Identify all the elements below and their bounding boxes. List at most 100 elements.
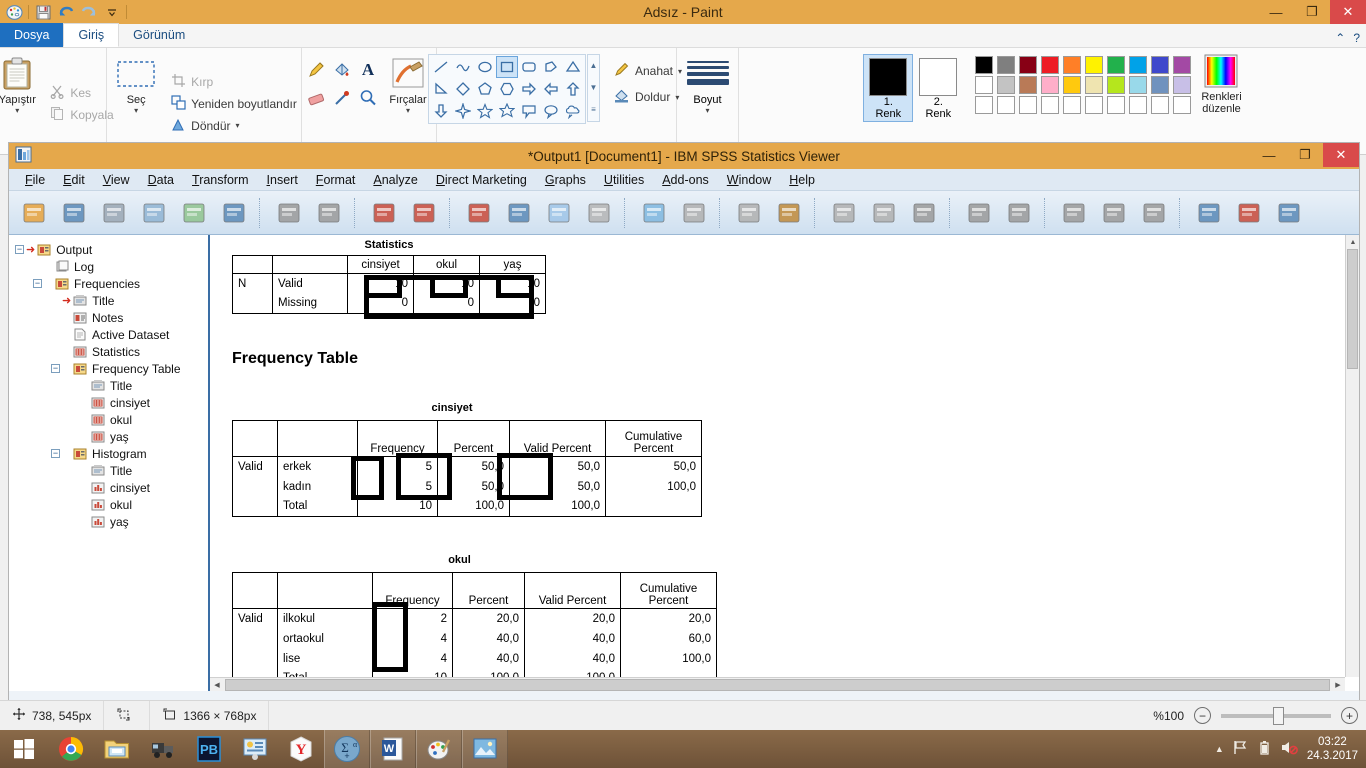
menu-item-data[interactable]: Data <box>140 171 182 189</box>
zoom-out-button[interactable]: − <box>1194 707 1211 724</box>
eraser-icon[interactable] <box>303 84 329 112</box>
zoom-slider-thumb[interactable] <box>1273 707 1284 725</box>
shape-rectangle[interactable] <box>496 56 518 78</box>
shape-curve[interactable] <box>452 56 474 78</box>
palette-swatch[interactable] <box>1063 76 1081 94</box>
outline-node-frequencies[interactable]: −Frequencies <box>15 275 208 292</box>
outline-node-output[interactable]: −➜Output <box>15 241 208 258</box>
shape-gallery-more-icon[interactable]: ≡ <box>588 99 599 121</box>
word-icon[interactable]: W <box>370 730 416 768</box>
menu-item-format[interactable]: Format <box>308 171 364 189</box>
spss-outline-pane[interactable]: −➜OutputLog−Frequencies➜TitleNotesActive… <box>9 235 210 691</box>
shape-six-point-star[interactable] <box>496 100 518 122</box>
palette-swatch[interactable] <box>1041 56 1059 74</box>
text-icon[interactable]: A <box>355 56 381 84</box>
yandex-icon[interactable]: Y <box>278 730 324 768</box>
outline-node-ya-[interactable]: yaş <box>15 513 208 530</box>
palette-swatch[interactable] <box>1063 56 1081 74</box>
open-file-icon[interactable] <box>15 194 53 232</box>
palette-swatch[interactable] <box>997 96 1015 114</box>
palette-row-3[interactable] <box>975 96 1193 116</box>
outline-button[interactable]: Anahat ▾ <box>610 58 685 84</box>
menu-item-graphs[interactable]: Graphs <box>537 171 594 189</box>
chrome-icon[interactable] <box>48 730 94 768</box>
shape-gallery-scrollbar[interactable]: ▲ ▼ ≡ <box>587 54 600 122</box>
menu-item-insert[interactable]: Insert <box>259 171 306 189</box>
goto-variable-icon[interactable] <box>405 194 443 232</box>
collapse-icon[interactable] <box>1055 194 1093 232</box>
outline-expander[interactable]: − <box>15 245 24 254</box>
outline-expander[interactable]: − <box>51 364 60 373</box>
undo-icon[interactable] <box>270 194 308 232</box>
expand-icon[interactable] <box>1000 194 1038 232</box>
save-icon[interactable] <box>55 194 93 232</box>
back-icon[interactable] <box>905 194 943 232</box>
demote-icon[interactable] <box>730 194 768 232</box>
print-preview-icon[interactable] <box>135 194 173 232</box>
select-list-icon[interactable] <box>1190 194 1228 232</box>
chevron-down-icon-brushes[interactable]: ▾ <box>406 106 410 115</box>
palette-swatch[interactable] <box>1151 56 1169 74</box>
insert-data-icon[interactable] <box>460 194 498 232</box>
spss-minimize-button[interactable]: — <box>1251 143 1287 167</box>
shape-callout-oval[interactable] <box>540 100 562 122</box>
redo-icon[interactable] <box>310 194 348 232</box>
palette-swatch[interactable] <box>1151 96 1169 114</box>
export-icon[interactable] <box>175 194 213 232</box>
outline-expander[interactable]: − <box>33 279 42 288</box>
shape-five-point-star[interactable] <box>474 100 496 122</box>
palette-swatch[interactable] <box>1151 76 1169 94</box>
palette-swatch[interactable] <box>1129 96 1147 114</box>
outline-node-title[interactable]: ➜Title <box>15 292 208 309</box>
goto-case-icon[interactable] <box>365 194 403 232</box>
file-explorer-icon[interactable] <box>94 730 140 768</box>
photo-viewer-icon[interactable] <box>462 730 508 768</box>
palette-swatch[interactable] <box>1107 76 1125 94</box>
menu-item-help[interactable]: Help <box>781 171 823 189</box>
color-palette[interactable] <box>975 54 1193 116</box>
shape-polygon[interactable] <box>540 56 562 78</box>
variables-icon[interactable] <box>500 194 538 232</box>
chevron-down-icon-select[interactable]: ▾ <box>134 106 138 115</box>
forward-icon[interactable] <box>960 194 998 232</box>
outline-node-title[interactable]: Title <box>15 377 208 394</box>
box-icon[interactable] <box>1135 194 1173 232</box>
shape-arrow-right[interactable] <box>518 78 540 100</box>
shape-rounded-rect[interactable] <box>518 56 540 78</box>
zoom-in-button[interactable]: + <box>1341 707 1358 724</box>
outline-node-active-dataset[interactable]: Active Dataset <box>15 326 208 343</box>
menu-item-analyze[interactable]: Analyze <box>365 171 425 189</box>
paint-close-button[interactable]: ✕ <box>1330 0 1366 24</box>
menu-item-file[interactable]: File <box>17 171 53 189</box>
resize-button[interactable]: Yeniden boyutlandır <box>168 93 300 115</box>
palette-swatch[interactable] <box>1085 96 1103 114</box>
palette-swatch[interactable] <box>1173 96 1191 114</box>
spss-output-pane[interactable]: Statistics cinsiyetokulyaşNValid101010Mi… <box>210 235 1359 691</box>
spss-toolbar[interactable] <box>9 191 1359 235</box>
menu-item-transform[interactable]: Transform <box>184 171 257 189</box>
palette-swatch[interactable] <box>1019 76 1037 94</box>
scroll-left-icon[interactable]: ◀ <box>210 678 224 691</box>
shape-oval[interactable] <box>474 56 496 78</box>
outline-expander[interactable]: − <box>51 449 60 458</box>
run-descriptives-icon[interactable] <box>540 194 578 232</box>
menu-item-edit[interactable]: Edit <box>55 171 93 189</box>
palette-swatch[interactable] <box>975 96 993 114</box>
palette-swatch[interactable] <box>1019 96 1037 114</box>
shape-triangle[interactable] <box>562 56 584 78</box>
crop-button[interactable]: Kırp <box>168 71 300 93</box>
clock[interactable]: 03:22 24.3.2017 <box>1307 735 1358 763</box>
outline-node-histogram[interactable]: −Histogram <box>15 445 208 462</box>
show-hide-icon[interactable] <box>770 194 808 232</box>
outline-node-cinsiyet[interactable]: cinsiyet <box>15 394 208 411</box>
outline-node-cinsiyet[interactable]: cinsiyet <box>15 479 208 496</box>
help-icon[interactable]: ? <box>1353 31 1360 45</box>
shape-four-point-star[interactable] <box>452 100 474 122</box>
fill-icon[interactable] <box>329 56 355 84</box>
palette-swatch[interactable] <box>1129 76 1147 94</box>
find-icon[interactable] <box>580 194 618 232</box>
paint-minimize-button[interactable]: — <box>1258 0 1294 24</box>
palette-swatch[interactable] <box>1063 96 1081 114</box>
color-1-button[interactable]: 1. Renk <box>863 54 913 122</box>
vertical-scroll-thumb[interactable] <box>1347 249 1358 369</box>
